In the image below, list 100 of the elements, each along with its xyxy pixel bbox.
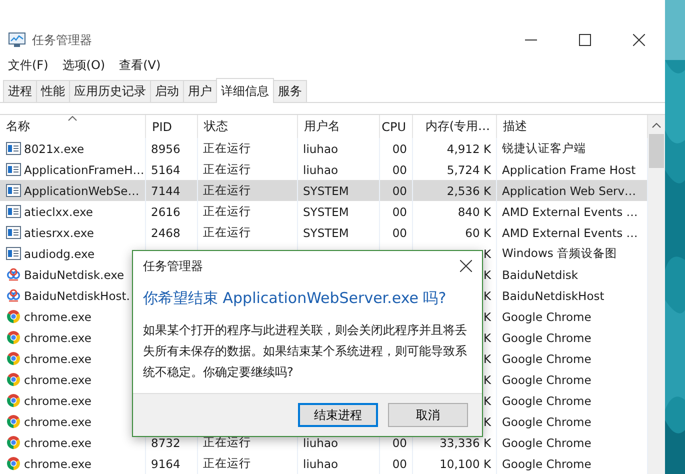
table-cell: 00 [392, 456, 407, 470]
tab[interactable]: 进程 [3, 80, 37, 102]
table-cell: liuhao [303, 162, 338, 176]
table-cell: 5,724 K [446, 162, 491, 176]
table-row[interactable]: ApplicationWebSe… 7144 正在运行 SYSTEM 00 2,536 K Application Web Serv… [0, 180, 648, 201]
tab[interactable]: 详细信息 [216, 78, 274, 103]
table-cell: 正在运行 [203, 456, 251, 471]
close-icon[interactable] [633, 34, 645, 46]
table-cell: chrome.exe [24, 456, 92, 470]
table-cell: 8021x.exe [24, 142, 84, 156]
close-icon[interactable] [460, 260, 472, 272]
table-cell: 00 [392, 142, 407, 156]
column-header[interactable]: 内存(专用… [425, 118, 490, 135]
tab[interactable]: 启动 [150, 80, 184, 102]
table-cell: 840 K [458, 204, 491, 218]
table-cell: 00 [392, 226, 407, 240]
table-cell: 锐捷认证客户端 [502, 141, 586, 156]
table-cell: 正在运行 [203, 225, 251, 240]
table-cell: 9164 [151, 456, 180, 470]
column-header[interactable]: PID [152, 120, 172, 134]
table-row[interactable]: chrome.exe 9164 正在运行 liuhao 00 10,100 K Google Chrome [0, 453, 648, 474]
table-cell: 正在运行 [203, 183, 251, 198]
table-cell: K [483, 352, 491, 366]
table-cell: chrome.exe [24, 352, 92, 366]
maximize-icon[interactable] [579, 34, 591, 46]
cloud-icon [6, 289, 21, 302]
table-cell: Google Chrome [502, 352, 592, 366]
dialog-button[interactable]: 取消 [388, 403, 468, 427]
column-header[interactable]: 用户名 [304, 118, 340, 135]
table-cell: K [483, 288, 491, 302]
table-cell: 2616 [151, 204, 180, 218]
column-header[interactable]: CPU [382, 120, 406, 134]
table-cell: 00 [392, 162, 407, 176]
table-cell: chrome.exe [24, 330, 92, 344]
table-cell: chrome.exe [24, 310, 92, 324]
table-cell: liuhao [303, 456, 338, 470]
table-cell: atieclxx.exe [24, 204, 94, 218]
column-header[interactable]: 名称 [6, 118, 30, 135]
table-cell: liuhao [303, 436, 338, 450]
table-cell: audiodg.exe [24, 246, 95, 260]
application-icon [6, 205, 21, 218]
table-cell: 00 [392, 184, 407, 198]
table-cell: K [483, 246, 491, 260]
table-cell: 00 [392, 436, 407, 450]
monitor-icon [8, 32, 26, 48]
chrome-icon [6, 435, 21, 450]
chrome-icon [6, 456, 21, 471]
table-cell: chrome.exe [24, 436, 92, 450]
table-cell: 正在运行 [203, 162, 251, 177]
application-icon [6, 226, 21, 239]
scroll-up-icon[interactable] [652, 123, 661, 128]
chrome-icon [6, 351, 21, 366]
table-cell: ApplicationFrameH… [24, 162, 144, 176]
tab[interactable]: 性能 [36, 80, 70, 102]
table-cell: Google Chrome [502, 372, 592, 386]
table-cell: 60 K [465, 226, 491, 240]
table-cell: K [483, 268, 491, 282]
table-cell: 10,100 K [440, 456, 491, 470]
table-row[interactable]: atiesrxx.exe 2468 正在运行 SYSTEM 00 60 K AMD External Events … [0, 222, 648, 243]
table-cell: 5164 [151, 162, 180, 176]
chrome-icon [6, 372, 21, 387]
table-cell: K [483, 372, 491, 386]
table-cell: BaiduNetdisk [502, 268, 578, 282]
table-cell: 2468 [151, 226, 180, 240]
dialog-message: 如果某个打开的程序与此进程关联，则会关闭此程序并且将丢失所有未保存的数据。如果结束某个系统进程，则可能导致系统不稳定。你确定要继续吗? [142, 322, 468, 381]
column-header[interactable]: 描述 [503, 118, 527, 135]
tab[interactable]: 服务 [273, 80, 307, 102]
table-cell: Application Frame Host [502, 162, 636, 176]
table-cell: BaiduNetdiskHost [502, 288, 604, 302]
table-cell: atiesrxx.exe [24, 226, 94, 240]
table-cell: Windows 音频设备图 [502, 246, 617, 261]
table-cell: Google Chrome [502, 330, 592, 344]
table-cell: Google Chrome [502, 436, 592, 450]
dialog-button[interactable]: 结束进程 [298, 403, 378, 427]
table-row[interactable]: atieclxx.exe 2616 正在运行 SYSTEM 00 840 K AMD External Events … [0, 201, 648, 222]
table-cell: 2,536 K [446, 184, 491, 198]
application-icon [6, 247, 21, 260]
table-cell: Google Chrome [502, 394, 592, 408]
chrome-icon [6, 414, 21, 429]
application-icon [6, 163, 21, 176]
table-row[interactable]: 8021x.exe 8956 正在运行 liuhao 00 4,912 K 锐捷认证客户端 [0, 138, 648, 159]
table-cell: 正在运行 [203, 204, 251, 219]
scrollbar-thumb[interactable] [649, 134, 664, 168]
table-cell: 正在运行 [203, 141, 251, 156]
table-cell: Google Chrome [502, 456, 592, 470]
chrome-icon [6, 309, 21, 324]
menu-item[interactable]: 文件(F) [8, 56, 48, 74]
table-cell: K [483, 330, 491, 344]
column-header[interactable]: 状态 [204, 118, 228, 135]
tab[interactable]: 应用历史记录 [69, 80, 151, 102]
menu-item[interactable]: 查看(V) [119, 56, 161, 74]
table-cell: Google Chrome [502, 414, 592, 428]
window-title: 任务管理器 [32, 32, 92, 48]
menu-item[interactable]: 选项(O) [62, 56, 106, 74]
chrome-icon [6, 330, 21, 345]
table-cell: K [483, 310, 491, 324]
table-cell: K [483, 414, 491, 428]
scrollbar[interactable] [648, 115, 665, 474]
tab[interactable]: 用户 [183, 80, 217, 102]
table-cell: 4,912 K [446, 142, 491, 156]
